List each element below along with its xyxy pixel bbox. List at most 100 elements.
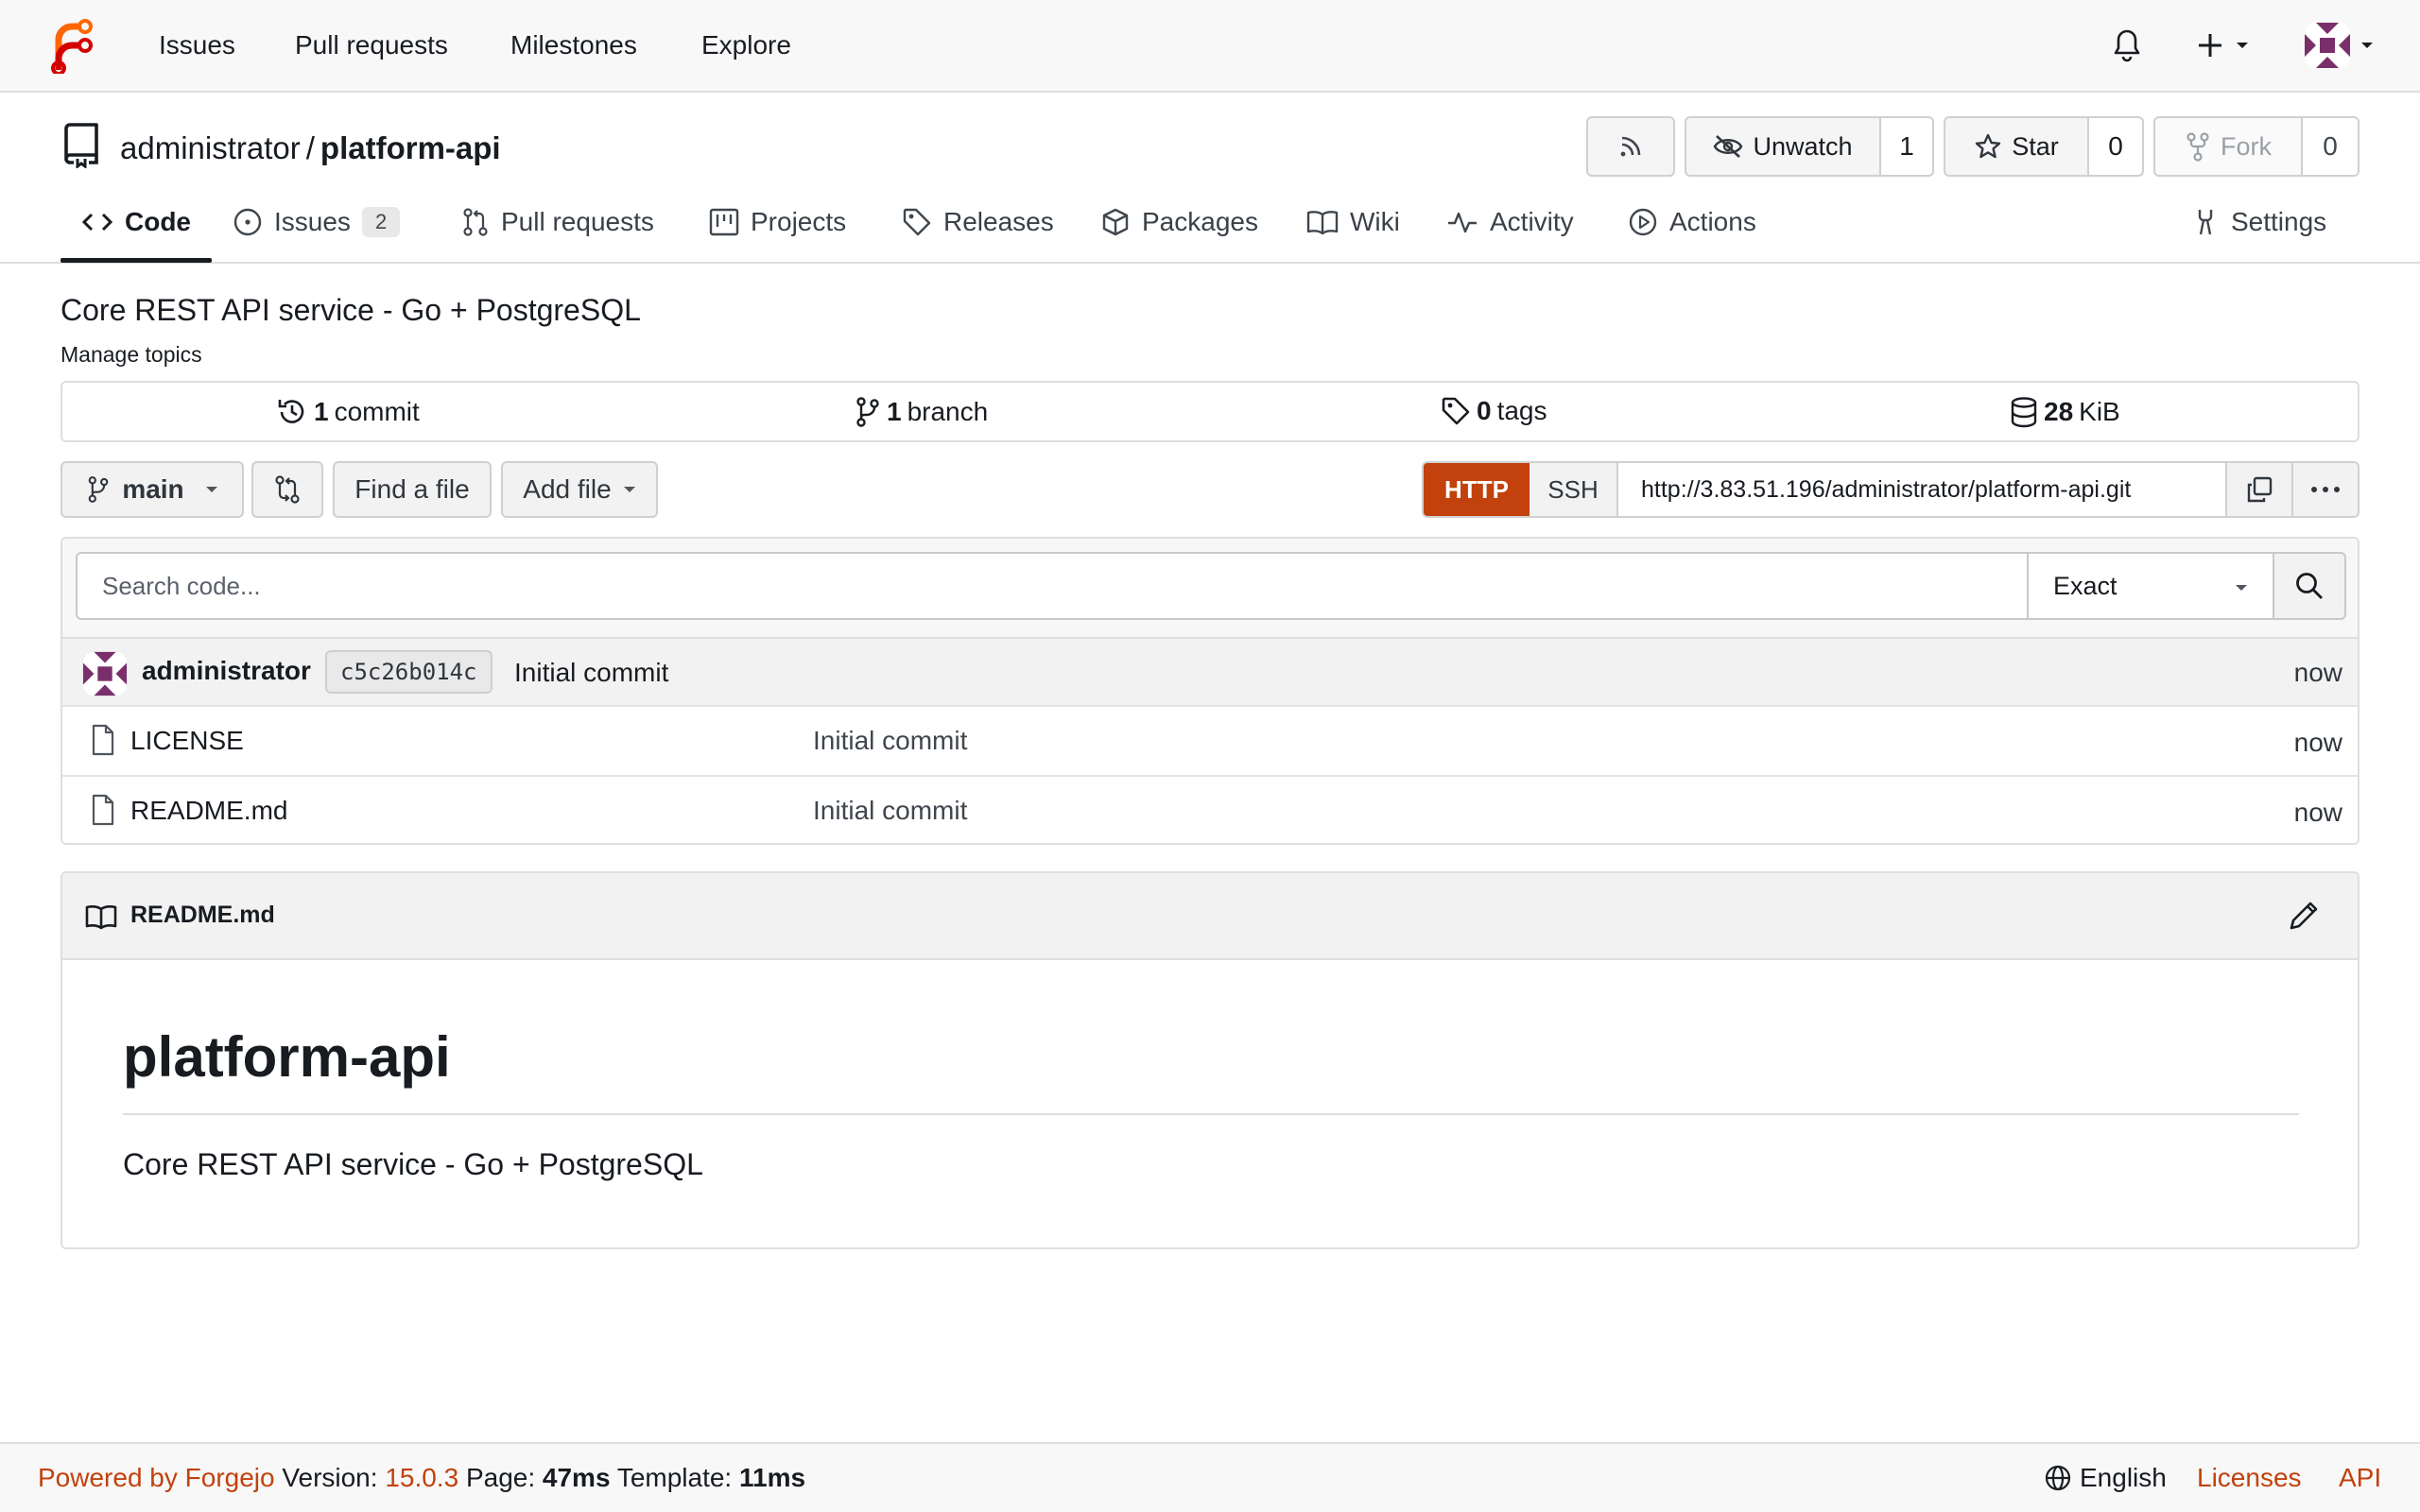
rss-button[interactable] [1586,116,1675,177]
commits-count: 1 [314,397,329,426]
tab-code-label: Code [125,207,191,236]
tab-activity[interactable]: Activity [1446,207,1574,237]
licenses-link[interactable]: Licenses [2197,1463,2302,1493]
tab-issues[interactable]: Issues 2 [233,207,401,237]
repo-owner-link[interactable]: administrator [120,130,301,165]
star-button-group: Star 0 [1944,116,2144,177]
tab-releases[interactable]: Releases [902,207,1054,237]
chevron-down-icon [2236,585,2247,591]
file-commit-time: now [2293,728,2342,757]
star-button[interactable]: Star [1945,118,2087,175]
file-row-license: LICENSE Initial commit now [62,705,2358,775]
tab-actions-label: Actions [1669,207,1756,236]
file-name-link[interactable]: README.md [130,796,287,826]
api-link[interactable]: API [2339,1463,2381,1493]
branches-stat[interactable]: 1 branch [855,396,988,428]
tags-stat[interactable]: 0 tags [1441,396,1547,426]
compare-button[interactable] [251,461,323,518]
commit-sha-link[interactable]: c5c26b014c [325,650,493,694]
commit-message-link[interactable]: Initial commit [514,658,668,688]
repo-stats-bar: 1 commit 1 branch 0 tags 28 KiB [60,381,2360,442]
watchers-count[interactable]: 1 [1879,118,1932,175]
repo-tabs: Code Issues 2 Pull requests Projects Rel… [0,194,2420,264]
tab-pull-requests[interactable]: Pull requests [461,207,654,237]
manage-topics-link[interactable]: Manage topics [60,342,202,368]
book-icon [1306,211,1339,235]
version-link[interactable]: 15.0.3 [385,1463,458,1492]
ssh-clone-button[interactable]: SSH [1530,463,1618,516]
readme-header: README.md [62,873,2358,960]
fork-button[interactable]: Fork [2155,118,2301,175]
tab-wiki[interactable]: Wiki [1306,207,1400,237]
issue-icon [233,208,262,236]
repo-name-link[interactable]: platform-api [320,130,501,165]
tab-code[interactable]: Code [81,207,191,237]
database-icon [2011,397,2037,428]
repo-title-separator: / [305,130,315,165]
tags-count: 0 [1477,396,1492,425]
bell-icon[interactable] [2110,25,2144,62]
search-button[interactable] [2273,552,2346,620]
pencil-icon[interactable] [2288,900,2320,932]
forks-count[interactable]: 0 [2301,118,2358,175]
tab-actions[interactable]: Actions [1628,207,1756,237]
clone-url-input[interactable]: http://3.83.51.196/administrator/platfor… [1618,463,2225,516]
nav-issues[interactable]: Issues [159,30,235,60]
forgejo-logo-icon[interactable] [49,17,95,74]
repo-title: administrator / platform-api [120,130,501,166]
code-icon [81,213,113,232]
readme-panel: README.md platform-api Core REST API ser… [60,871,2360,1249]
copy-url-button[interactable] [2225,463,2291,516]
repo-icon [64,123,98,168]
powered-by-link[interactable]: Powered by Forgejo [38,1463,275,1492]
file-name-link[interactable]: LICENSE [130,726,244,756]
chevron-down-icon [623,487,635,492]
file-commit-message[interactable]: Initial commit [813,796,967,826]
commits-stat[interactable]: 1 commit [276,396,420,428]
tab-issues-label: Issues [274,207,351,236]
tab-packages-label: Packages [1142,207,1258,236]
unwatch-label: Unwatch [1753,131,1853,161]
commit-author-link[interactable]: administrator [142,656,311,686]
more-options-button[interactable] [2291,463,2358,516]
file-icon [92,794,114,826]
tab-wiki-label: Wiki [1350,207,1400,236]
tab-packages[interactable]: Packages [1100,207,1258,237]
unwatch-button[interactable]: Unwatch [1686,118,1879,175]
play-icon [1629,208,1657,236]
tab-projects-label: Projects [751,207,847,236]
template-time-value: 11ms [739,1463,806,1492]
branch-selector-label: main [122,474,184,504]
tab-projects[interactable]: Projects [709,207,846,237]
nav-milestones[interactable]: Milestones [510,30,637,60]
project-icon [709,208,739,236]
page-time-label: Page: [465,1463,536,1492]
nav-explore[interactable]: Explore [701,30,791,60]
repo-size-unit: KiB [2079,397,2120,426]
clone-url-panel: HTTP SSH http://3.83.51.196/administrato… [1422,461,2360,518]
add-file-button[interactable]: Add file [501,461,658,518]
author-avatar[interactable] [81,650,129,697]
stars-count[interactable]: 0 [2087,118,2142,175]
template-time-label: Template: [616,1463,733,1492]
file-commit-message[interactable]: Initial commit [813,726,967,756]
tab-settings[interactable]: Settings [2191,207,2326,237]
pulse-icon [1448,212,1477,233]
find-file-button[interactable]: Find a file [333,461,492,518]
readme-filename[interactable]: README.md [130,902,275,929]
code-search-input[interactable]: Search code... [76,552,2029,620]
user-avatar[interactable] [2303,21,2378,70]
code-search: Search code... Exact [76,552,2346,620]
branch-icon [856,397,879,427]
search-mode-dropdown[interactable]: Exact [2027,552,2274,620]
file-list: Search code... Exact administrator c5c26… [60,537,2360,845]
latest-commit-row: administrator c5c26b014c Initial commit … [62,637,2358,705]
add-file-label: Add file [523,474,612,504]
http-clone-button[interactable]: HTTP [1424,463,1530,516]
nav-pull-requests[interactable]: Pull requests [295,30,448,60]
copy-icon [2247,476,2273,503]
language-selector[interactable]: English [2044,1463,2167,1493]
history-icon [278,400,304,423]
create-plus-icon[interactable] [2197,30,2254,60]
branch-selector[interactable]: main [60,461,244,518]
